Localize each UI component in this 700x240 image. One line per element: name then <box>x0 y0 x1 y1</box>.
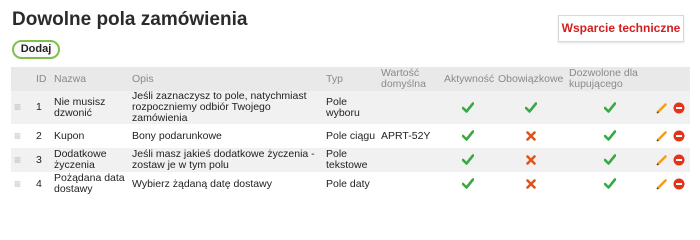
allowed-for-buyer-cell[interactable] <box>566 172 653 196</box>
check-icon[interactable] <box>462 101 474 113</box>
check-icon[interactable] <box>603 130 616 142</box>
check-icon[interactable] <box>462 154 474 166</box>
delete-icon[interactable] <box>673 178 685 190</box>
row-id: 2 <box>33 124 51 148</box>
row-actions <box>653 91 690 124</box>
row-default-value: APRT-52Y <box>378 124 441 148</box>
row-actions <box>653 124 690 148</box>
row-id: 4 <box>33 172 51 196</box>
drag-handle-icon[interactable]: ≡ <box>11 91 33 124</box>
required-cell[interactable] <box>495 148 566 172</box>
check-icon[interactable] <box>462 178 474 190</box>
row-type: Pole daty <box>323 172 378 196</box>
delete-icon[interactable] <box>673 102 685 114</box>
pencil-icon[interactable] <box>656 154 668 166</box>
cross-icon[interactable] <box>525 130 536 142</box>
header-required[interactable]: Obowiązkowe <box>495 67 566 91</box>
row-id: 3 <box>33 148 51 172</box>
delete-icon[interactable] <box>673 154 685 166</box>
required-cell[interactable] <box>495 124 566 148</box>
drag-handle-icon[interactable]: ≡ <box>11 148 33 172</box>
row-id: 1 <box>33 91 51 124</box>
page-title: Dowolne pola zamówienia <box>12 9 248 30</box>
drag-handle-icon[interactable]: ≡ <box>11 124 33 148</box>
row-actions <box>653 172 690 196</box>
row-actions <box>653 148 690 172</box>
cross-icon[interactable] <box>525 154 536 166</box>
row-default-value <box>378 91 441 124</box>
check-icon[interactable] <box>603 154 616 166</box>
cross-icon[interactable] <box>525 178 536 190</box>
check-icon[interactable] <box>524 101 537 113</box>
header-description[interactable]: Opis <box>129 67 323 91</box>
delete-icon[interactable] <box>673 130 685 142</box>
active-cell[interactable] <box>441 172 495 196</box>
table-row[interactable]: ≡ 3 Dodatkowe życzenia Jeśli masz jakieś do… <box>11 148 690 172</box>
table-header-row: ID Nazwa Opis Typ Wartość domyślna Aktyw… <box>11 67 690 91</box>
row-type: Pole ciągu <box>323 124 378 148</box>
row-name: Pożądana data dostawy <box>51 172 129 196</box>
active-cell[interactable] <box>441 91 495 124</box>
support-button[interactable]: Wsparcie techniczne <box>558 15 684 42</box>
row-type: Pole tekstowe <box>323 148 378 172</box>
row-description: Wybierz żądaną datę dostawy <box>129 172 323 196</box>
allowed-for-buyer-cell[interactable] <box>566 91 653 124</box>
active-cell[interactable] <box>441 148 495 172</box>
table-row[interactable]: ≡ 1 Nie musisz dzwonić Jeśli zaznaczysz to … <box>11 91 690 124</box>
pencil-icon[interactable] <box>656 130 668 142</box>
check-icon[interactable] <box>603 178 616 190</box>
row-default-value <box>378 148 441 172</box>
row-name: Dodatkowe życzenia <box>51 148 129 172</box>
row-name: Kupon <box>51 124 129 148</box>
check-icon[interactable] <box>603 101 616 113</box>
table-row[interactable]: ≡ 4 Pożądana data dostawy Wybierz żądaną da… <box>11 172 690 196</box>
required-cell[interactable] <box>495 172 566 196</box>
row-type: Pole wyboru <box>323 91 378 124</box>
row-name: Nie musisz dzwonić <box>51 91 129 124</box>
header-handle <box>11 67 33 91</box>
pencil-icon[interactable] <box>656 102 668 114</box>
header-name[interactable]: Nazwa <box>51 67 129 91</box>
drag-handle-icon[interactable]: ≡ <box>11 172 33 196</box>
required-cell[interactable] <box>495 91 566 124</box>
add-button[interactable]: Dodaj <box>12 40 60 59</box>
row-description: Bony podarunkowe <box>129 124 323 148</box>
row-default-value <box>378 172 441 196</box>
header-type[interactable]: Typ <box>323 67 378 91</box>
allowed-for-buyer-cell[interactable] <box>566 124 653 148</box>
allowed-for-buyer-cell[interactable] <box>566 148 653 172</box>
order-fields-table: ID Nazwa Opis Typ Wartość domyślna Aktyw… <box>11 67 690 196</box>
pencil-icon[interactable] <box>656 178 668 190</box>
header-actions <box>653 67 690 91</box>
header-id[interactable]: ID <box>33 67 51 91</box>
active-cell[interactable] <box>441 124 495 148</box>
check-icon[interactable] <box>462 130 474 142</box>
table-row[interactable]: ≡ 2 Kupon Bony podarunkowe Pole ciągu APRT-52… <box>11 124 690 148</box>
header-allowed-for-buyer[interactable]: Dozwolone dla kupującego <box>566 67 653 91</box>
row-description: Jeśli masz jakieś dodatkowe życzenia - z… <box>129 148 323 172</box>
header-active[interactable]: Aktywność <box>441 67 495 91</box>
row-description: Jeśli zaznaczysz to pole, natychmiast ro… <box>129 91 323 124</box>
header-default-value[interactable]: Wartość domyślna <box>378 67 441 91</box>
